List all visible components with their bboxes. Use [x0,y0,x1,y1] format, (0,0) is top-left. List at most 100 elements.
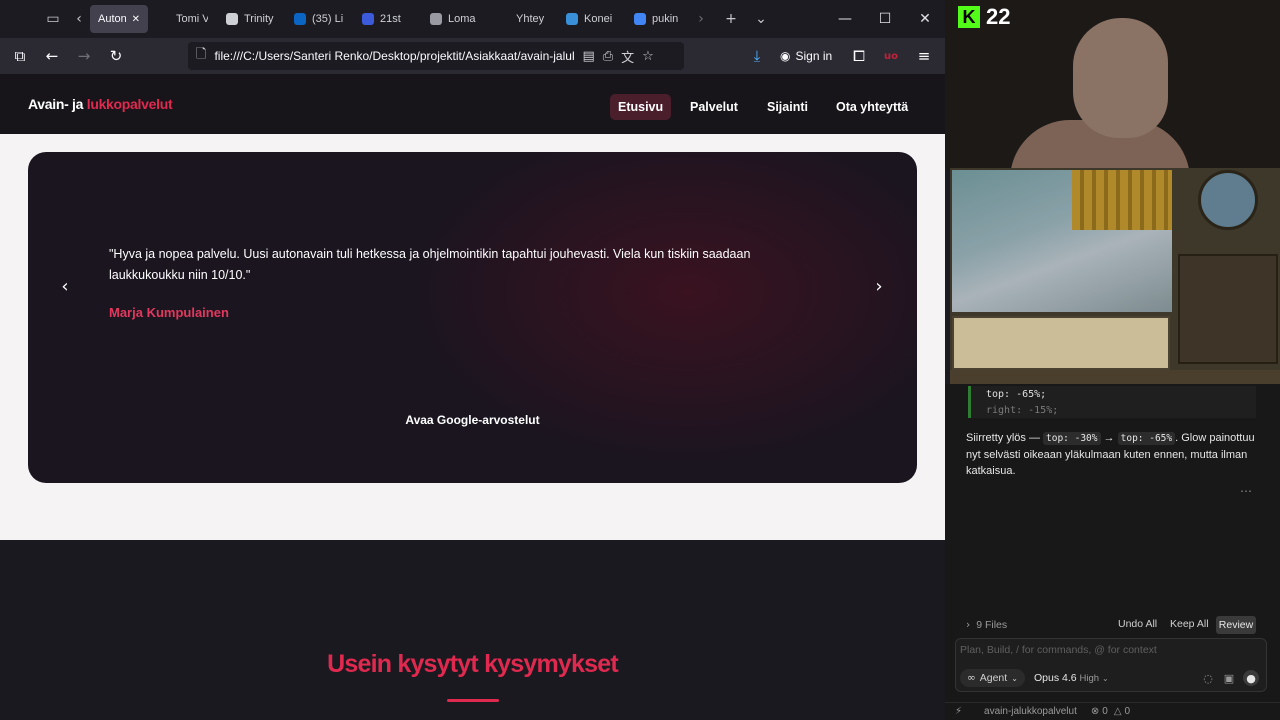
warning-icon[interactable]: △ [1114,706,1122,717]
browser-tab[interactable]: (35) Li [286,5,352,33]
downloads-icon[interactable]: ⤓ [741,40,773,72]
bookmark-star-icon[interactable]: ☆ [642,49,654,64]
sign-in-button[interactable]: ◉ Sign in [780,44,832,68]
warning-count: 0 [1124,706,1131,717]
keep-all-button[interactable]: Keep All [1170,618,1209,630]
tab-favicon-icon [362,13,374,25]
undo-all-button[interactable]: Undo All [1118,618,1157,630]
tab-scroll-left-icon[interactable]: ‹ [68,4,90,34]
reload-icon[interactable]: ↻ [100,40,132,72]
tab-bar: ▭ ‹ Auton ✕ Tomi Väli Trinity (35) Li 21st Lom… [0,0,945,38]
browser-tab[interactable]: Konei [558,5,624,33]
game-viewport [952,170,1172,312]
browser-tab[interactable]: 21st [354,5,420,33]
tab-overview-icon[interactable]: ▭ [38,4,68,34]
close-window-icon[interactable]: ✕ [905,0,945,38]
carousel-prev-icon[interactable]: ‹ [53,274,77,298]
code-line: top: -65%; [986,389,1047,400]
game-window [950,168,1280,384]
browser-tab[interactable]: Yhtey [490,5,556,33]
inline-code: top: -65% [1117,432,1176,445]
tab-favicon-icon [226,13,238,25]
logo-accent-text: lukkopalvelut [86,96,173,112]
changed-files-row[interactable]: › 9 Files [966,616,1256,634]
remote-icon[interactable]: ⚡ [955,706,962,717]
tab-title: Yhtey [516,13,545,25]
error-count: 0 [1102,706,1108,717]
project-name[interactable]: avain-jalukkopalvelut [984,706,1077,717]
tab-favicon-icon [294,13,306,25]
nav-link-etusivu[interactable]: Etusivu [610,94,672,120]
agent-label: Agent [979,672,1008,684]
code-line: right: -15%; [986,405,1059,416]
game-tabs [950,370,1280,384]
review-carousel: "Hyva ja nopea palvelu. Uusi autonavain … [28,152,917,483]
game-minimap [1198,170,1258,230]
minimize-icon[interactable]: — [825,0,865,38]
agent-mode-dropdown[interactable]: ∞ Agent ⌄ [960,669,1025,687]
review-button[interactable]: Review [1216,616,1256,634]
tab-title: Auton [98,13,126,25]
close-tab-icon[interactable]: ✕ [132,14,140,25]
back-icon[interactable]: ← [36,40,68,72]
sidebar-icon[interactable]: ⧉ [4,40,36,72]
sign-in-label: Sign in [795,49,833,63]
model-label: Opus 4.6 [1034,672,1077,684]
kick-logo-icon: K [958,6,980,28]
tab-title: Trinity [244,13,274,25]
forward-icon[interactable]: → [68,40,100,72]
url-bar[interactable]: 🗋 file:///C:/Users/Santeri Renko/Desktop… [188,42,684,70]
microphone-icon[interactable]: ● [1243,670,1259,686]
files-count: 9 Files [976,619,1008,631]
browser-tab[interactable]: pukin [626,5,692,33]
nav-link-palvelut[interactable]: Palvelut [682,94,746,120]
translate-icon[interactable]: 文 [621,47,634,66]
game-wheat-field [1072,170,1172,230]
more-options-icon[interactable]: ⋯ [1240,484,1252,498]
nav-link-ota-yhteytta[interactable]: Ota yhteyttä [828,94,916,120]
logo-text: Avain- ja [28,96,87,112]
tab-title: Konei [584,13,613,25]
carousel-next-icon[interactable]: › [867,274,891,298]
tab-favicon-icon [158,13,170,25]
tab-favicon-icon [566,13,578,25]
tab-favicon-icon [498,13,510,25]
tab-title: pukin [652,13,679,25]
browser-tab[interactable]: Auton ✕ [90,5,148,33]
nav-link-sijainti[interactable]: Sijainti [759,94,816,120]
tab-scroll-right-icon[interactable]: › [692,4,710,34]
ublock-icon[interactable]: uo [875,40,907,72]
error-icon[interactable]: ⊗ [1091,706,1099,717]
tab-favicon-icon [430,13,442,25]
status-bar: ⚡ avain-jalukkopalvelut ⊗ 0 △ 0 [945,702,1280,720]
list-tabs-icon[interactable]: ⌄ [746,4,776,34]
tab-title: (35) Li [312,13,344,25]
maximize-icon[interactable]: ☐ [865,0,905,38]
chevron-down-icon: ⌄ [1102,674,1109,683]
tabs: Auton ✕ Tomi Väli Trinity (35) Li 21st Loma Yht… [90,5,692,33]
image-attach-icon[interactable]: ▣ [1221,670,1237,686]
tab-favicon-icon [634,13,646,25]
site-logo[interactable]: Avain- ja lukkopalvelut [28,96,173,112]
url-text[interactable]: file:///C:/Users/Santeri Renko/Desktop/p… [214,49,574,63]
viewer-badge: K 22 [958,4,1010,30]
menu-icon[interactable]: ≡ [908,40,940,72]
inline-code: top: -30% [1043,432,1101,445]
chevron-down-icon: ⌄ [1011,673,1018,683]
browser-tab[interactable]: Tomi Väli [150,5,216,33]
browser-tab[interactable]: Loma [422,5,488,33]
infinity-icon: ∞ [967,672,976,684]
reader-view-icon[interactable]: ▤ [582,49,594,64]
model-selector[interactable]: Opus 4.6 High ⌄ [1034,672,1109,684]
game-inventory [1178,254,1278,364]
extensions-icon[interactable]: ⧠ [843,40,875,72]
google-reviews-link[interactable]: Avaa Google-arvostelut [28,413,917,427]
browser-tab[interactable]: Trinity [218,5,284,33]
new-tab-icon[interactable]: + [716,4,746,34]
assistant-message: Siirretty ylös — top: -30% → top: -65%. … [966,430,1256,479]
faq-section [0,540,945,720]
faq-title: Usein kysytyt kysymykset [327,650,619,678]
arrow-text: → [1100,432,1118,444]
message-text: Siirretty ylös — [966,432,1044,444]
pdf-icon[interactable]: ⎙ [603,49,613,64]
